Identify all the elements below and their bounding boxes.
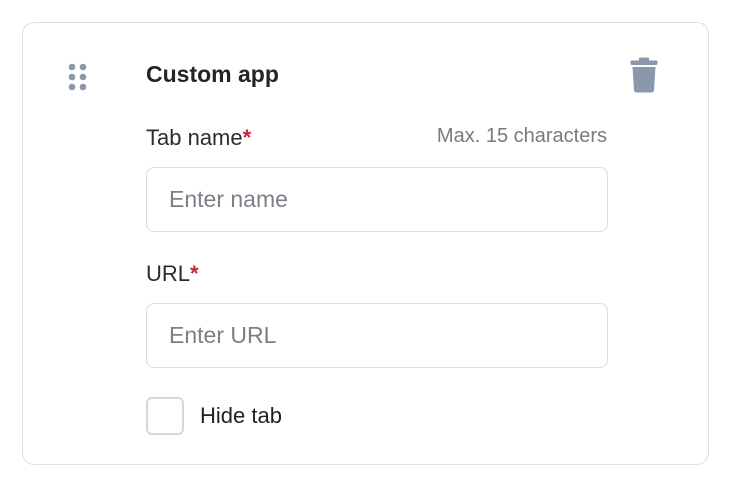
url-label: URL* <box>146 260 199 288</box>
url-input[interactable] <box>146 303 608 368</box>
hide-tab-checkbox[interactable] <box>146 397 184 435</box>
required-asterisk: * <box>242 125 252 150</box>
trash-icon <box>630 57 658 93</box>
hide-tab-row[interactable]: Hide tab <box>146 397 282 435</box>
url-label-text: URL <box>146 261 191 286</box>
required-asterisk: * <box>190 261 199 286</box>
tab-name-input[interactable] <box>146 167 608 232</box>
delete-button[interactable] <box>630 57 658 93</box>
tab-name-label-text: Tab name <box>146 125 243 150</box>
drag-handle-icon[interactable] <box>67 63 89 93</box>
tab-name-label: Tab name* <box>146 124 251 152</box>
hide-tab-label: Hide tab <box>200 403 282 428</box>
custom-app-card: Custom app Tab name* Max. 15 characters … <box>22 22 709 465</box>
card-title: Custom app <box>146 61 279 87</box>
char-limit-hint: Max. 15 characters <box>436 125 607 147</box>
